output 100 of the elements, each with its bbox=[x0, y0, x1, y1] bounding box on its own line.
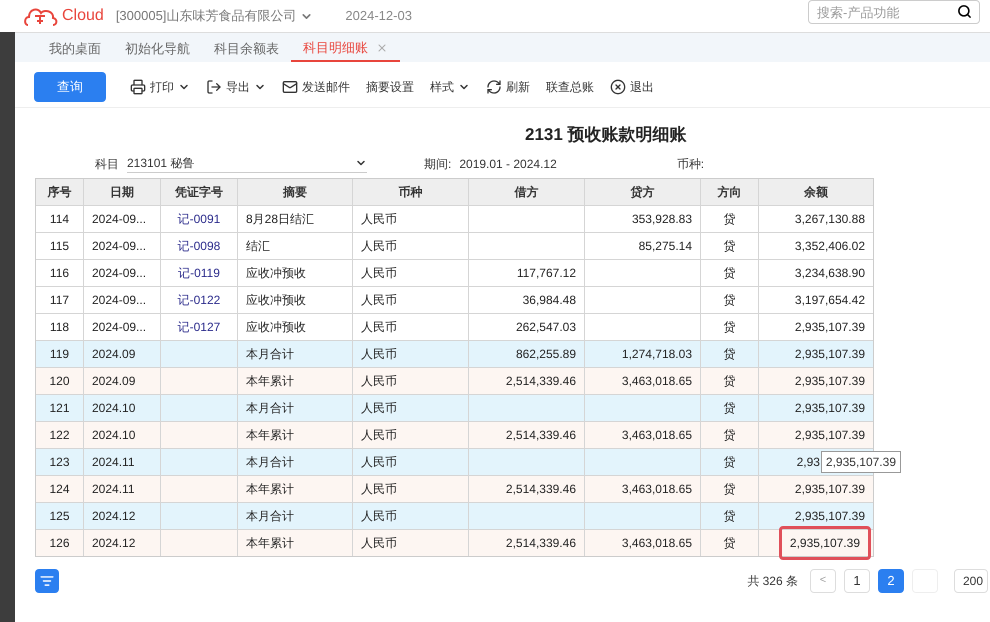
table-cell-text: 2,935,107.39 bbox=[794, 480, 865, 498]
table-cell-text: 2024.12 bbox=[92, 508, 136, 524]
table-cell-text: 本月合计 bbox=[246, 508, 294, 524]
voucher-link[interactable]: 记-0127 bbox=[178, 318, 220, 336]
table-cell-text: 2024.11 bbox=[92, 454, 134, 470]
table-cell-text: 3,234,638.90 bbox=[794, 264, 865, 282]
page-button[interactable]: 2 bbox=[878, 568, 904, 592]
table-cell-text: 贷 bbox=[724, 534, 736, 552]
toolbar-button[interactable]: 摘要设置 bbox=[358, 72, 422, 102]
export-icon bbox=[206, 78, 222, 94]
currency-label: 币种: bbox=[676, 156, 704, 172]
voucher-link[interactable]: 记-0119 bbox=[178, 264, 220, 282]
table-cell-text: 2024.09 bbox=[92, 346, 136, 362]
company-selector[interactable]: [300005]山东味芳食品有限公司 bbox=[116, 6, 314, 26]
table-cell-text: 122 bbox=[49, 426, 70, 444]
table-cell-text: 3,352,406.02 bbox=[794, 238, 865, 254]
table-cell-text: 3,463,018.65 bbox=[622, 372, 692, 390]
report-title: 2131 预收账款明细账 bbox=[525, 124, 688, 146]
table-cell-text: 本月合计 bbox=[246, 400, 294, 416]
page-button[interactable]: 1 bbox=[844, 568, 870, 592]
table-cell-text: 121 bbox=[49, 400, 70, 416]
table-cell-text: 人民币 bbox=[361, 372, 397, 390]
table-cell-text: 2,935,107.39 bbox=[794, 346, 865, 362]
table-cell-text: 贷 bbox=[724, 372, 736, 390]
close-icon[interactable] bbox=[376, 42, 388, 54]
table-cell-text: 2024.09 bbox=[92, 372, 136, 390]
table-cell-text: 2024.11 bbox=[92, 480, 134, 498]
tab[interactable]: 科目余额表 bbox=[202, 36, 291, 62]
table-cell-text: 3,267,130.88 bbox=[794, 210, 865, 228]
table-cell-text: 本月合计 bbox=[246, 346, 294, 362]
table-cell-text: 2,93 bbox=[796, 454, 820, 470]
table-cell-text: 2024.10 bbox=[92, 400, 136, 416]
toolbar-button[interactable]: 刷新 bbox=[478, 72, 538, 102]
table-cell-text: 115 bbox=[50, 238, 70, 254]
table-cell-text: 应收冲预收 bbox=[246, 264, 306, 282]
search-field[interactable]: 搜索-产品功能 bbox=[808, 0, 980, 24]
table-cell-text: 124 bbox=[49, 480, 70, 498]
table-cell-text: 3,197,654.42 bbox=[794, 292, 865, 308]
table-cell-text: 2,935,107.39 bbox=[794, 426, 865, 444]
table-cell-text: 3,463,018.65 bbox=[622, 534, 692, 552]
table-cell-text: 人民币 bbox=[361, 426, 397, 444]
toolbar-button[interactable]: 样式 bbox=[422, 72, 478, 102]
toolbar-button[interactable]: 导出 bbox=[198, 72, 274, 102]
table-cell-text: 本年累计 bbox=[246, 426, 294, 444]
voucher-link[interactable]: 记-0122 bbox=[178, 290, 220, 308]
table-cell-text: 126 bbox=[49, 534, 70, 552]
tooltip: 2,935,107.39 bbox=[820, 450, 901, 472]
table-cell-text: 2024-09... bbox=[92, 292, 146, 308]
column-header: 余额 bbox=[802, 184, 829, 200]
table-cell-text: 本年累计 bbox=[246, 480, 294, 498]
tab[interactable]: 初始化导航 bbox=[113, 36, 202, 62]
table-cell-text: 人民币 bbox=[361, 534, 397, 552]
table-cell-text: 353,928.83 bbox=[632, 210, 692, 228]
table-cell-text: 应收冲预收 bbox=[246, 292, 306, 308]
table-cell-text: 贷 bbox=[724, 292, 736, 308]
toolbar-button[interactable]: 联查总账 bbox=[538, 72, 602, 102]
table-cell: 2,935,107.39 bbox=[778, 526, 871, 560]
voucher-link[interactable]: 记-0091 bbox=[178, 210, 220, 228]
table-cell-text: 2024.10 bbox=[92, 426, 136, 444]
table-cell-text: 123 bbox=[49, 454, 70, 470]
table-cell-text: 2,935,107.39 bbox=[794, 318, 865, 336]
tab[interactable]: 科目明细账 bbox=[291, 36, 400, 62]
table-cell-text: 应收冲预收 bbox=[246, 318, 306, 336]
table-cell-text: 人民币 bbox=[361, 400, 397, 416]
table-cell-text: 人民币 bbox=[361, 238, 397, 254]
table-cell-text: 36,984.48 bbox=[522, 292, 576, 308]
table-cell-text: 本月合计 bbox=[246, 454, 294, 470]
table-cell-text: 116 bbox=[50, 264, 70, 282]
table-cell-text: 本年累计 bbox=[246, 372, 294, 390]
table-cell-text: 贷 bbox=[724, 400, 736, 416]
period-value: 2019.01 - 2024.12 bbox=[459, 156, 557, 172]
table-cell-text: 贷 bbox=[724, 426, 736, 444]
table-cell-text: 人民币 bbox=[361, 508, 397, 524]
brand-name: Cloud bbox=[62, 6, 104, 26]
table-cell-text: 2,935,107.39 bbox=[794, 372, 865, 390]
table-cell-text: 贷 bbox=[724, 508, 736, 524]
table-cell-text: 本年累计 bbox=[246, 534, 294, 552]
toolbar-button[interactable]: 退出 bbox=[602, 72, 662, 102]
query-button[interactable]: 查询 bbox=[34, 72, 106, 102]
table-cell-text: 贷 bbox=[724, 210, 736, 228]
tab[interactable]: 我的桌面 bbox=[37, 36, 113, 62]
toolbar-button[interactable]: 发送邮件 bbox=[274, 72, 358, 102]
table-cell-text: 120 bbox=[49, 372, 70, 390]
voucher-link[interactable]: 记-0098 bbox=[178, 236, 220, 254]
page-size-select[interactable]: 200 bbox=[954, 568, 988, 592]
toolbar-button[interactable]: 打印 bbox=[122, 72, 198, 102]
account-label: 科目 bbox=[95, 156, 119, 172]
table-cell-text: 125 bbox=[49, 508, 70, 524]
column-settings-button[interactable] bbox=[35, 568, 59, 592]
table-cell-text: 2,514,339.46 bbox=[506, 372, 576, 390]
table-cell-text: 119 bbox=[50, 346, 70, 362]
table-cell-text: 2,514,339.46 bbox=[506, 480, 576, 498]
table-cell-text: 118 bbox=[50, 318, 70, 336]
table-cell-text: 贷 bbox=[724, 480, 736, 498]
table-cell-text: 2,514,339.46 bbox=[506, 426, 576, 444]
account-select[interactable]: 213101 秘鲁 bbox=[127, 154, 367, 173]
table-cell-text: 2024-09... bbox=[92, 210, 146, 228]
total-count: 共 326 条 bbox=[747, 572, 798, 590]
table-cell-text: 人民币 bbox=[361, 318, 397, 336]
table-cell-text: 贷 bbox=[724, 346, 736, 362]
